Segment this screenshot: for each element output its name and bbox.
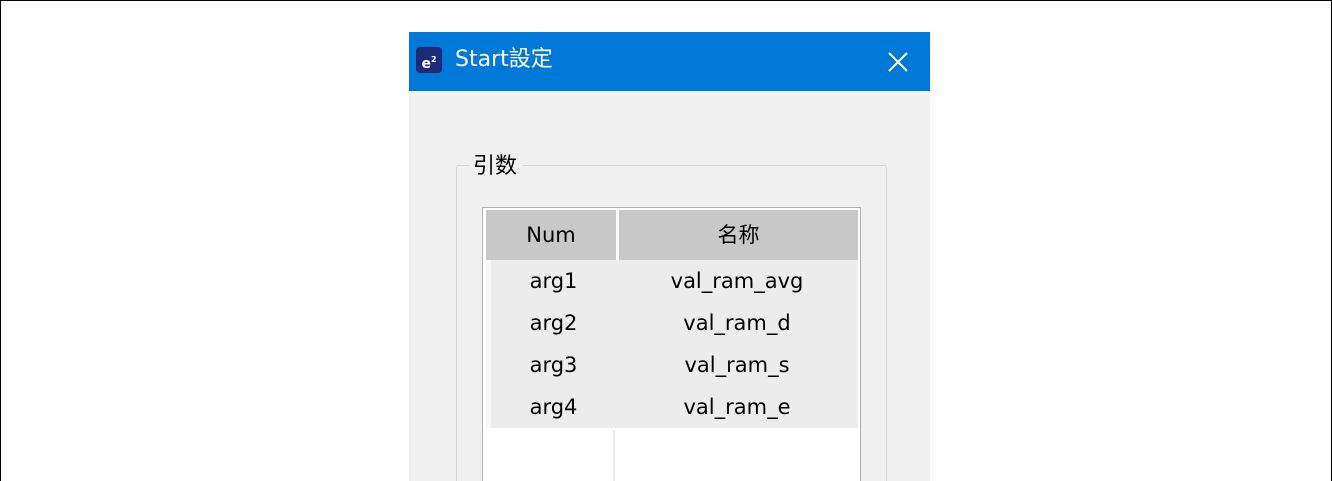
table-row[interactable]: arg2 val_ram_d: [491, 302, 858, 344]
table-row[interactable]: arg4 val_ram_e: [491, 386, 858, 428]
cell-name: val_ram_avg: [670, 269, 804, 293]
close-icon: [888, 52, 908, 72]
start-settings-dialog: e2 Start設定 引数 Num 名称 arg1 val_ram_avg ar…: [409, 32, 930, 481]
empty-row-separator: [613, 430, 615, 481]
table-row[interactable]: arg1 val_ram_avg: [491, 260, 858, 302]
column-header-name[interactable]: 名称: [619, 210, 858, 260]
title-bar[interactable]: e2 Start設定: [409, 32, 930, 91]
cell-num: arg3: [529, 353, 578, 377]
e2-studio-app-icon: e2: [416, 47, 442, 73]
table-body: arg1 val_ram_avg arg2 val_ram_d arg3 val…: [491, 260, 858, 428]
close-button[interactable]: [878, 42, 918, 82]
window-title: Start設定: [455, 47, 553, 72]
arguments-group-label: 引数: [469, 152, 524, 182]
cell-num: arg4: [529, 395, 578, 419]
cell-num: arg1: [529, 269, 578, 293]
cell-name: val_ram_d: [683, 311, 791, 335]
cell-name: val_ram_e: [683, 395, 791, 419]
empty-table-row[interactable]: [486, 430, 858, 481]
column-header-num[interactable]: Num: [486, 210, 616, 260]
table-header: Num 名称: [486, 210, 858, 260]
cell-name: val_ram_s: [684, 353, 790, 377]
cell-num: arg2: [529, 311, 578, 335]
table-row[interactable]: arg3 val_ram_s: [491, 344, 858, 386]
arguments-list-view[interactable]: Num 名称 arg1 val_ram_avg arg2 val_ram_d a…: [482, 207, 861, 481]
